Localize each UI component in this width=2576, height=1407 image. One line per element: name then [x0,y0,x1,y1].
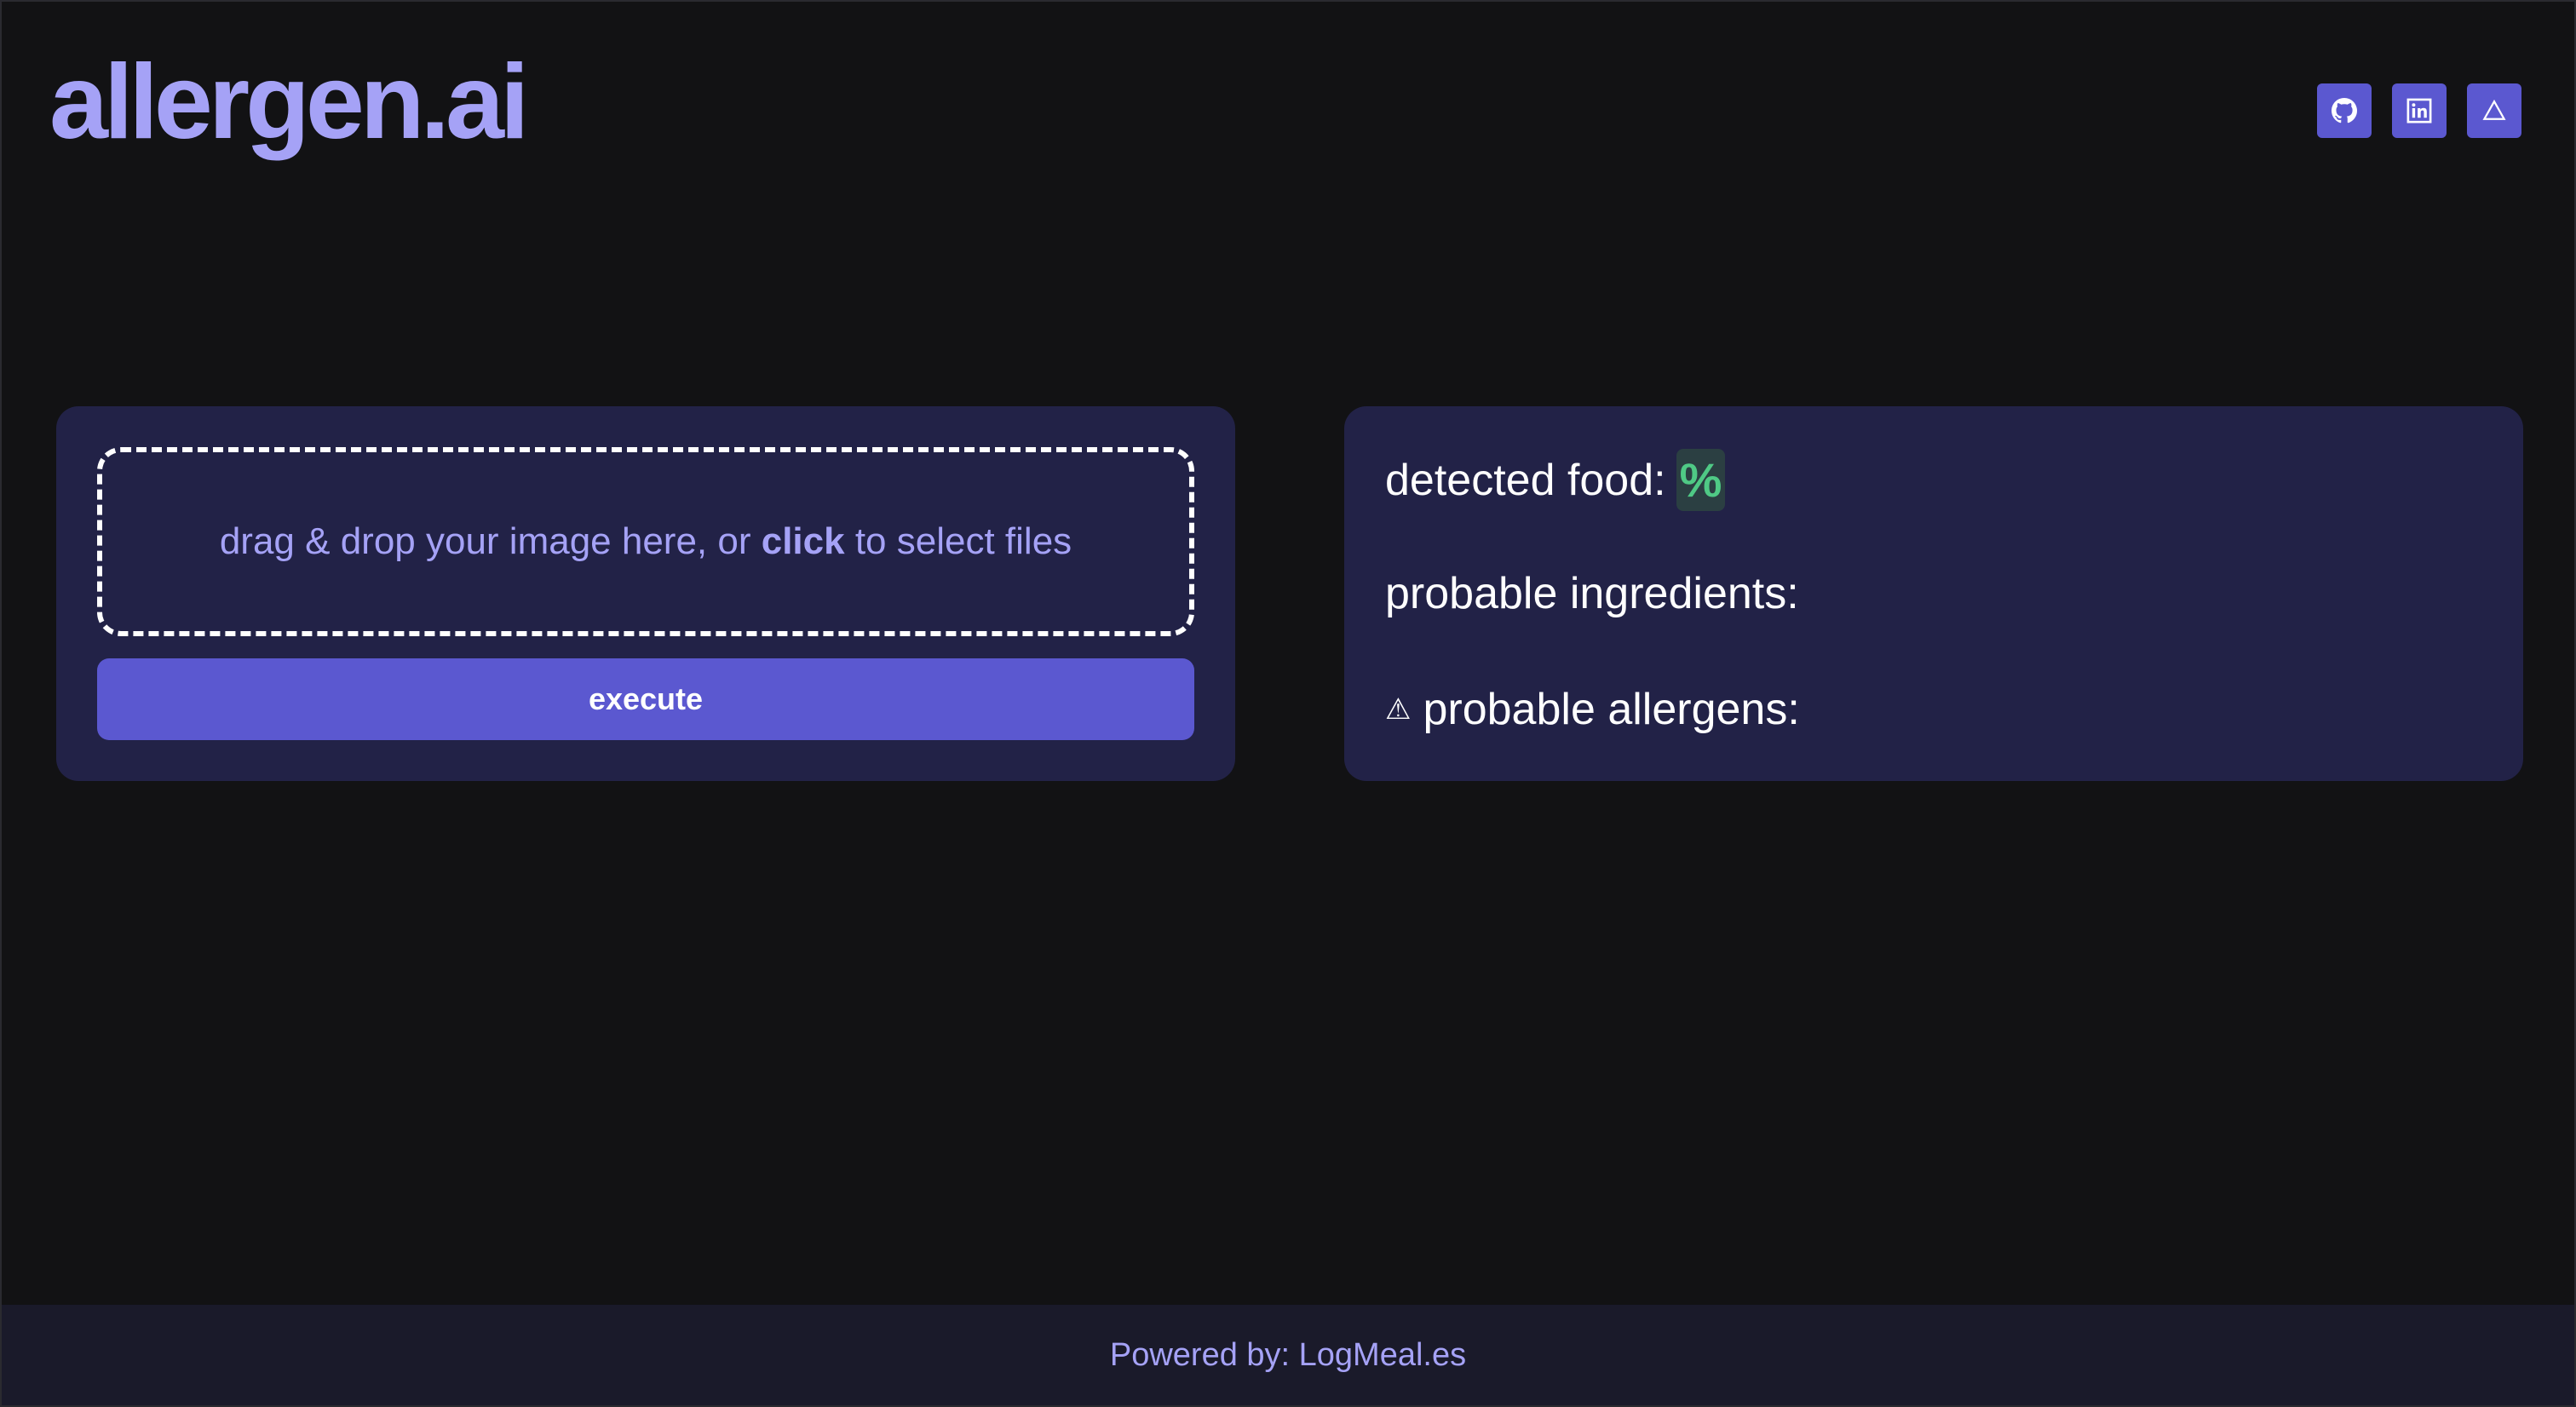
github-icon [2332,98,2357,123]
detected-food-label: detected food: [1385,455,1666,505]
detected-food-row: detected food: % [1385,449,1726,511]
dropzone-text: drag & drop your image here, or click to… [220,520,1072,563]
upload-panel: drag & drop your image here, or click to… [56,406,1235,781]
probable-allergens-label: probable allergens: [1423,685,1800,734]
dropzone-prefix: drag & drop your image here, or [219,520,762,562]
app-root: allergen.ai drag & drop your image here,… [0,0,2576,1407]
probable-ingredients-label: probable ingredients: [1385,569,1799,618]
dropzone-click-label: click [761,520,845,562]
app-logo: allergen.ai [49,43,529,161]
warning-icon: ⚠ [1385,693,1412,726]
execute-button[interactable]: execute [97,658,1194,740]
linkedin-icon [2406,98,2432,123]
detected-food-percent-badge: % [1676,449,1726,511]
github-button[interactable] [2317,83,2372,138]
triangle-icon [2482,99,2506,120]
dropzone-suffix: to select files [844,520,1072,562]
image-dropzone[interactable]: drag & drop your image here, or click to… [97,447,1194,636]
warning-button[interactable] [2467,83,2521,138]
footer: Powered by: LogMeal.es [2,1305,2574,1405]
probable-allergens-row: ⚠ probable allergens: [1385,684,1800,735]
probable-ingredients-row: probable ingredients: [1385,568,1799,619]
results-panel: detected food: % probable ingredients: ⚠… [1344,406,2523,781]
linkedin-button[interactable] [2392,83,2447,138]
footer-powered-by: Powered by: LogMeal.es [1109,1336,1467,1373]
header-links [2317,83,2521,138]
